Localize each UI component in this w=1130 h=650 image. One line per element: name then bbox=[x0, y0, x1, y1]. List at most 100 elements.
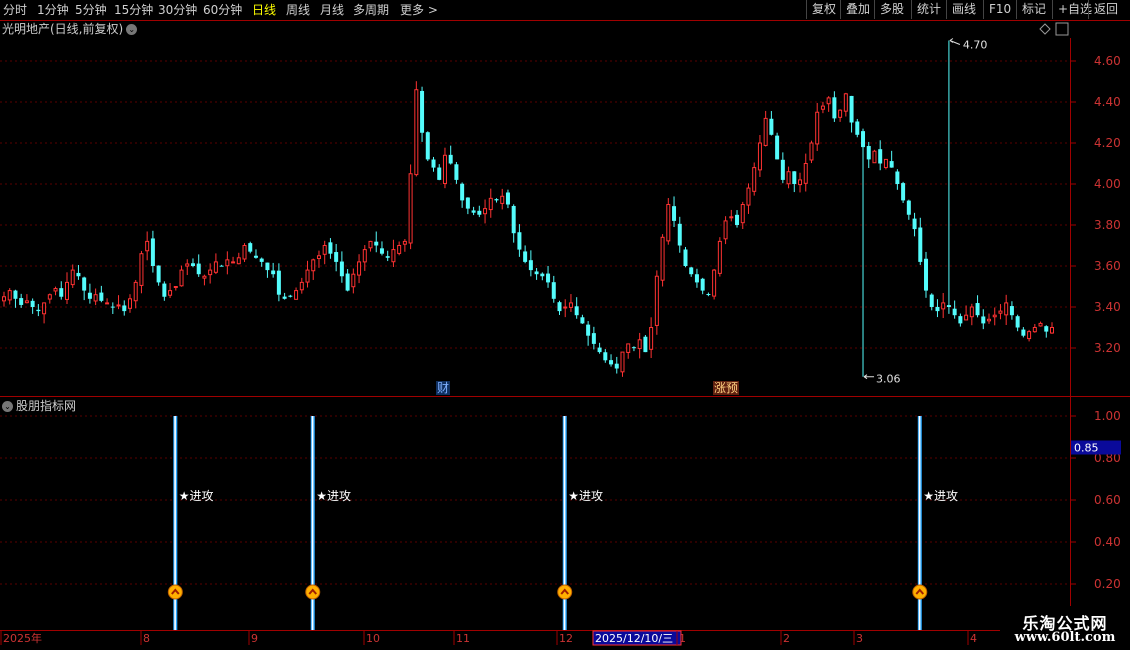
candle-body bbox=[420, 90, 425, 133]
candle-body bbox=[614, 363, 619, 369]
candle-body bbox=[202, 275, 207, 279]
candle-body bbox=[454, 164, 459, 180]
candle-body bbox=[265, 262, 270, 271]
candle-body bbox=[460, 183, 465, 201]
candle-body bbox=[792, 171, 797, 184]
candle-body bbox=[328, 242, 333, 254]
candle-body bbox=[941, 302, 946, 310]
x-axis-label: 3 bbox=[856, 632, 863, 645]
candle-body bbox=[127, 298, 132, 309]
candle-body bbox=[981, 316, 986, 324]
candle-body bbox=[603, 352, 608, 361]
candle-body bbox=[145, 240, 150, 252]
candle-body bbox=[47, 294, 52, 300]
candle-body bbox=[1015, 316, 1020, 328]
candle-body bbox=[643, 336, 648, 353]
collapse-icon[interactable]: ⌄ bbox=[2, 401, 13, 412]
candle-body bbox=[563, 306, 568, 309]
candle-body bbox=[156, 265, 161, 283]
candle-body bbox=[672, 206, 677, 221]
candle-body bbox=[282, 296, 287, 299]
candle-body bbox=[861, 131, 866, 148]
candle-body bbox=[918, 227, 923, 262]
candle-body bbox=[168, 290, 173, 296]
candle-body bbox=[511, 205, 516, 234]
min-price-label: 3.06 bbox=[876, 373, 901, 386]
candle-body bbox=[196, 263, 201, 275]
candle-body bbox=[288, 295, 293, 297]
candle-body bbox=[82, 277, 87, 291]
candle-body bbox=[139, 253, 144, 286]
candle-body bbox=[362, 249, 367, 263]
candle-body bbox=[294, 290, 299, 300]
candle-body bbox=[969, 306, 974, 318]
candle-body bbox=[517, 232, 522, 250]
candle-body bbox=[442, 154, 447, 185]
candle-body bbox=[1021, 329, 1026, 336]
candle-body bbox=[883, 158, 888, 169]
candle-body bbox=[76, 272, 81, 277]
candle-body bbox=[735, 214, 740, 225]
candle-body bbox=[826, 97, 831, 105]
x-axis-label: 12 bbox=[559, 632, 573, 645]
candle-body bbox=[116, 304, 121, 307]
candle-body bbox=[379, 248, 384, 254]
candle-body bbox=[7, 290, 12, 301]
candle-body bbox=[677, 223, 682, 246]
candle-body bbox=[345, 273, 350, 291]
x-axis-label: 2 bbox=[783, 632, 790, 645]
candle-body bbox=[402, 240, 407, 245]
y-tick-label: 3.80 bbox=[1094, 218, 1121, 232]
candle-body bbox=[397, 245, 402, 254]
candle-body bbox=[231, 261, 236, 264]
candle-body bbox=[912, 218, 917, 230]
candle-body bbox=[276, 270, 281, 295]
candle-body bbox=[93, 294, 98, 302]
candle-body bbox=[729, 216, 734, 219]
x-axis-label: 9 bbox=[251, 632, 258, 645]
candle-body bbox=[895, 171, 900, 184]
candle-body bbox=[488, 197, 493, 211]
candle-body bbox=[185, 263, 190, 267]
candle-body bbox=[929, 294, 934, 307]
candle-body bbox=[763, 117, 768, 146]
y-tick-label: 3.60 bbox=[1094, 259, 1121, 273]
candle-body bbox=[574, 306, 579, 316]
candle-body bbox=[322, 245, 327, 255]
candle-body bbox=[723, 220, 728, 240]
candle-body bbox=[271, 270, 276, 275]
candle-body bbox=[190, 263, 195, 266]
candle-body bbox=[24, 300, 29, 304]
candle-body bbox=[654, 275, 659, 326]
candle-body bbox=[150, 238, 155, 266]
x-axis-highlight-label: 2025/12/10/三 bbox=[595, 632, 673, 645]
candle-body bbox=[752, 167, 757, 192]
x-axis-label: 11 bbox=[456, 632, 470, 645]
candle-body bbox=[357, 261, 362, 276]
candle-body bbox=[208, 269, 213, 276]
x-axis-label: 2025年 bbox=[3, 631, 42, 645]
candle-body bbox=[1032, 327, 1037, 333]
candle-body bbox=[649, 327, 654, 350]
candle-body bbox=[820, 105, 825, 110]
candle-body bbox=[757, 142, 762, 171]
candle-body bbox=[1027, 331, 1032, 340]
candle-body bbox=[53, 288, 58, 292]
candle-body bbox=[666, 204, 671, 242]
x-axis-label: 1 bbox=[679, 632, 686, 645]
candle-body bbox=[689, 267, 694, 275]
candle-body bbox=[878, 149, 883, 164]
candle-body bbox=[597, 347, 602, 353]
candle-body bbox=[2, 296, 6, 302]
candle-body bbox=[42, 302, 47, 315]
x-axis-label: 4 bbox=[970, 632, 977, 645]
candle-body bbox=[213, 261, 218, 273]
watermark-line2: www.60lt.com bbox=[1014, 630, 1116, 645]
candle-body bbox=[780, 159, 785, 180]
candle-body bbox=[952, 308, 957, 316]
price-chart: 4.60 4.40 4.20 4.00 3.80 3.60 3.40 3.20 4.70 3.06… bbox=[0, 20, 1130, 646]
candle-body bbox=[987, 318, 992, 322]
candle-body bbox=[712, 269, 717, 297]
candle-body bbox=[946, 305, 951, 307]
candle-body bbox=[832, 97, 837, 119]
